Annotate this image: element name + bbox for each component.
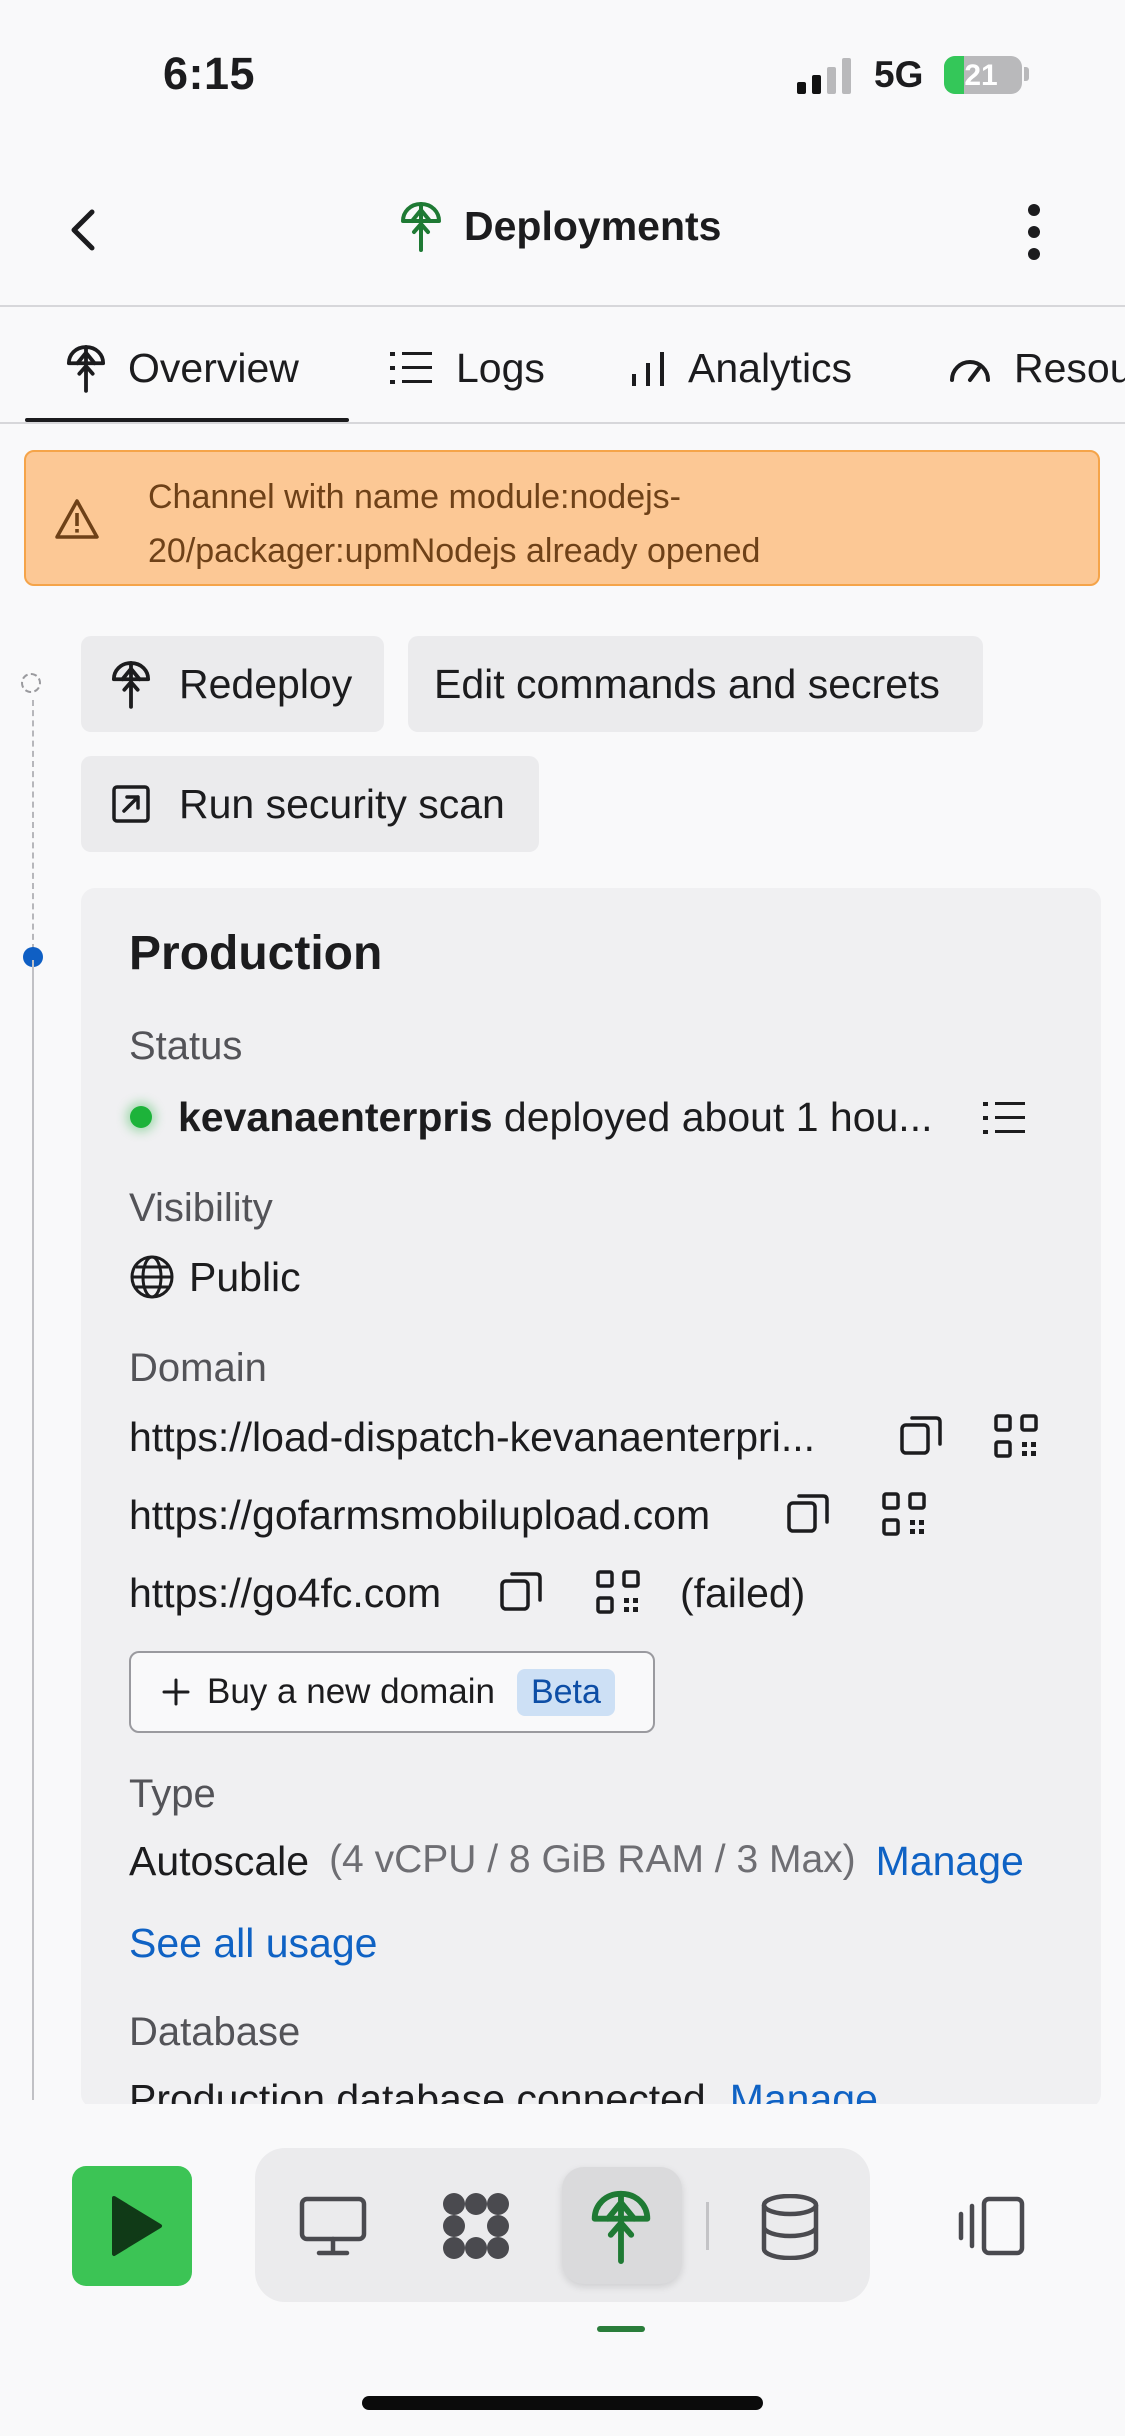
deploy-icon (400, 200, 442, 252)
copy-icon[interactable] (498, 1568, 544, 1614)
tab-resources[interactable]: Resou (948, 338, 1125, 398)
more-options-button[interactable] (1022, 202, 1046, 262)
domain-link-3[interactable]: https://go4fc.com (129, 1570, 441, 1617)
back-button[interactable] (60, 200, 110, 260)
battery-icon: 21 (944, 56, 1022, 94)
plus-icon (161, 1677, 191, 1707)
database-label: Database (129, 2010, 301, 2054)
run-security-scan-button[interactable]: Run security scan (81, 756, 539, 852)
beta-badge: Beta (516, 1668, 615, 1716)
gauge-icon (948, 350, 992, 386)
status-time: 6:15 (163, 48, 256, 99)
see-all-usage-link[interactable]: See all usage (129, 1920, 377, 1967)
webview-monitor-icon[interactable] (299, 2196, 367, 2256)
type-label: Type (129, 1772, 216, 1816)
tab-label: Resou (1014, 344, 1125, 391)
domain-failed-status: (failed) (680, 1570, 806, 1616)
dock-separator (706, 2202, 709, 2250)
tab-logs[interactable]: Logs (390, 338, 545, 398)
tab-overview[interactable]: Overview (66, 338, 299, 398)
visibility-label: Visibility (129, 1186, 273, 1230)
tabs-divider (0, 422, 1125, 424)
type-value: Autoscale (129, 1838, 310, 1884)
domain-label: Domain (129, 1346, 267, 1390)
battery-level: 21 (964, 59, 998, 92)
production-title: Production (129, 927, 383, 980)
redeploy-button[interactable]: Redeploy (81, 636, 384, 732)
tab-analytics[interactable]: Analytics (630, 338, 852, 398)
deployments-tool-icon[interactable] (590, 2188, 652, 2264)
edit-commands-label: Edit commands and secrets (434, 660, 940, 707)
status-user: kevanaenterpris (178, 1094, 493, 1140)
security-scan-label: Run security scan (179, 780, 505, 827)
manage-type-link[interactable]: Manage (876, 1838, 1024, 1885)
domain-link-1[interactable]: https://load-dispatch-kevanaenterpri... (129, 1414, 815, 1461)
buy-domain-button[interactable]: Buy a new domain Beta (129, 1651, 655, 1733)
tab-label: Overview (128, 344, 299, 391)
run-button[interactable] (72, 2166, 192, 2286)
timeline-dashed-line (32, 700, 34, 950)
status-value: kevanaenterpris deployed about 1 hou... (178, 1094, 933, 1141)
page-title: Deployments (464, 202, 722, 249)
domain-link-2[interactable]: https://gofarmsmobilupload.com (129, 1492, 710, 1539)
packages-icon[interactable] (440, 2190, 512, 2262)
view-logs-button[interactable] (982, 1100, 1028, 1136)
bar-chart-icon (630, 350, 666, 386)
network-type: 5G (874, 54, 924, 95)
status-indicator (130, 1106, 152, 1128)
edit-commands-button[interactable]: Edit commands and secrets (408, 636, 983, 732)
deploy-icon (111, 659, 151, 709)
list-icon (390, 350, 434, 386)
active-tool-indicator (597, 2326, 645, 2332)
header-divider (0, 305, 1125, 307)
globe-icon (129, 1254, 175, 1300)
signal-icon (797, 58, 857, 94)
status-label: Status (129, 1024, 243, 1068)
qr-code-icon[interactable] (994, 1414, 1038, 1458)
visibility-value: Public (189, 1254, 301, 1300)
status-text: deployed about 1 hou... (492, 1094, 933, 1140)
type-row: Autoscale (4 vCPU / 8 GiB RAM / 3 Max) M… (129, 1838, 1024, 1885)
copy-icon[interactable] (785, 1490, 831, 1536)
warning-message: Channel with name module:nodejs-20/packa… (148, 478, 761, 570)
deploy-icon (66, 343, 106, 393)
split-pane-icon[interactable] (958, 2196, 1026, 2256)
home-indicator (362, 2396, 763, 2410)
qr-code-icon[interactable] (596, 1570, 640, 1614)
timeline-line (32, 960, 34, 2100)
tab-label: Logs (456, 344, 545, 391)
qr-code-icon[interactable] (882, 1492, 926, 1536)
tab-label: Analytics (688, 344, 853, 391)
warning-icon (54, 498, 100, 540)
header-title-group: Deployments (400, 200, 721, 252)
warning-banner: Channel with name module:nodejs-20/packa… (24, 450, 1100, 586)
copy-icon[interactable] (898, 1412, 944, 1458)
external-link-icon (111, 784, 151, 824)
battery-tip (1024, 67, 1029, 81)
type-detail: (4 vCPU / 8 GiB RAM / 3 Max) (329, 1838, 856, 1881)
redeploy-label: Redeploy (179, 660, 353, 707)
database-icon[interactable] (760, 2194, 820, 2260)
timeline-pending-node (21, 673, 41, 693)
buy-domain-label: Buy a new domain (207, 1672, 495, 1711)
